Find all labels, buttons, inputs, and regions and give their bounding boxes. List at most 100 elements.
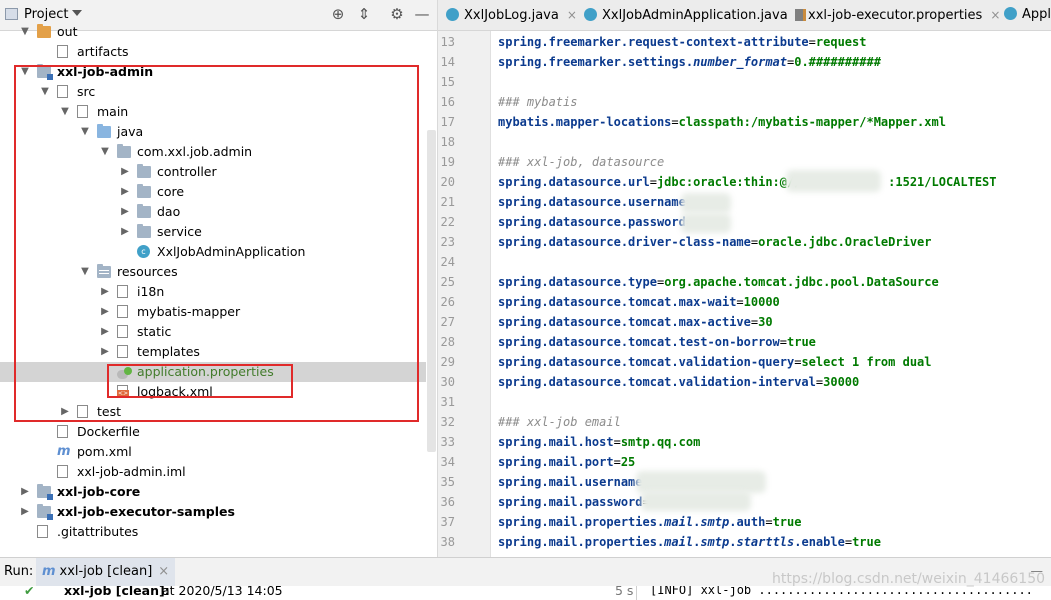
code-key: spring.freemarker.request-context-attrib… (498, 35, 809, 49)
editor-tabs: XxlJobLog.java × XxlJobAdminApplication.ja… (438, 0, 1051, 31)
code-key: spring.datasource.username (498, 195, 686, 209)
code-key: spring.datasource.type (498, 275, 657, 289)
code-value: 10000 (743, 295, 780, 309)
docker-file-icon (57, 425, 68, 438)
code-line[interactable]: spring.datasource.url=jdbc:oracle:thin:@… (498, 172, 997, 192)
code-key: spring.datasource.url (498, 175, 650, 189)
close-icon[interactable]: × (567, 0, 577, 30)
code-value: 30 (758, 315, 773, 329)
watermark: https://blog.csdn.net/weixin_41466150 (772, 571, 1046, 587)
run-output: ✔ xxl-job [clean]: at 2020/5/13 14:05 5 … (0, 586, 1051, 600)
editor-tab-label: Applic (1022, 7, 1051, 22)
code-line[interactable]: spring.datasource.tomcat.validation-quer… (498, 352, 932, 372)
code-line[interactable]: ### mybatis (498, 92, 577, 112)
divider (636, 586, 637, 600)
line-number: 36 (440, 495, 455, 509)
redacted-mail-username (636, 471, 766, 493)
line-number: 24 (440, 255, 455, 269)
code-line[interactable]: spring.datasource.driver-class-name=orac… (498, 232, 932, 252)
hide-panel-icon[interactable]: — (413, 5, 431, 23)
line-number: 38 (440, 535, 455, 549)
tree-item[interactable]: Dockerfile (0, 422, 426, 442)
code-line[interactable]: spring.datasource.tomcat.max-active=30 (498, 312, 773, 332)
tree-item[interactable]: ▶ xxl-job-core (0, 482, 426, 502)
chevron-right-icon[interactable]: ▶ (19, 502, 31, 522)
code-line[interactable]: spring.datasource.username= (498, 192, 693, 212)
tree-item[interactable]: ▼ out (0, 22, 426, 42)
code-comment: ### mybatis (498, 95, 578, 109)
project-panel-title[interactable]: Project (24, 7, 68, 22)
tree-item-label: Dockerfile (77, 424, 140, 439)
code-key: spring.datasource.tomcat.max-active (498, 315, 751, 329)
run-duration: 5 s (615, 586, 634, 598)
code-line[interactable]: spring.freemarker.request-context-attrib… (498, 32, 866, 52)
tree-scrollbar[interactable] (427, 130, 436, 452)
editor-tab[interactable]: XxlJobLog.java × (446, 0, 577, 30)
editor-code[interactable]: spring.mail.properties.mail.smtp.starttl… (491, 31, 1051, 557)
code-line[interactable]: spring.mail.username= (498, 472, 650, 492)
collapse-all-icon[interactable]: ⇕ (355, 5, 373, 23)
code-line[interactable]: spring.datasource.type=org.apache.tomcat… (498, 272, 939, 292)
properties-file-icon (795, 9, 803, 21)
tree-item[interactable]: artifacts (0, 42, 426, 62)
line-number: 21 (440, 195, 455, 209)
code-line[interactable]: ### xxl-job, datasource (498, 152, 664, 172)
editor-tab-label: XxlJobAdminApplication.java (602, 8, 788, 23)
code-key: spring.freemarker.settings. (498, 55, 694, 69)
editor-tab[interactable]: XxlJobAdminApplication.java× (584, 0, 806, 30)
code-operator: = (736, 295, 744, 309)
code-key: mybatis.mapper-locations (498, 115, 672, 129)
code-key: spring.mail.host (498, 435, 614, 449)
tree-item[interactable]: .gitattributes (0, 522, 426, 542)
run-job-name[interactable]: xxl-job [clean]: (64, 586, 170, 598)
line-number: 18 (440, 135, 455, 149)
editor-tab[interactable]: xxl-job-executor.properties × (795, 0, 1000, 30)
iml-file-icon (57, 465, 68, 478)
run-label: Run: (4, 564, 34, 579)
code-line[interactable]: ### xxl-job email (498, 412, 621, 432)
code-value: 30000 (823, 375, 860, 389)
code-line[interactable]: spring.mail.password= (498, 492, 650, 512)
line-number: 13 (440, 35, 455, 49)
chevron-down-icon[interactable] (72, 10, 82, 16)
code-line[interactable]: spring.mail.properties.mail.smtp.starttl… (498, 532, 881, 552)
code-line[interactable]: spring.datasource.tomcat.validation-inte… (498, 372, 859, 392)
editor-tab[interactable]: Applic (1004, 0, 1051, 30)
highlight-box-application-properties (107, 364, 293, 398)
close-icon[interactable]: × (158, 564, 169, 579)
run-tab[interactable]: m xxl-job [clean] × (36, 558, 176, 586)
tree-item[interactable]: m pom.xml (0, 442, 426, 462)
code-line[interactable]: spring.freemarker.settings.number_format… (498, 52, 881, 72)
code-key: spring.datasource.tomcat.max-wait (498, 295, 737, 309)
tree-item-label: xxl-job-core (57, 484, 141, 499)
code-line[interactable]: spring.mail.port=25 (498, 452, 635, 472)
tree-item-label: .gitattributes (57, 524, 139, 539)
code-value: select 1 from dual (801, 355, 932, 369)
chevron-down-icon[interactable]: ▼ (19, 22, 31, 42)
redacted-password (681, 213, 731, 233)
editor-tab-label: xxl-job-executor.properties (808, 8, 983, 23)
code-key: mail (664, 535, 694, 549)
tree-item[interactable]: xxl-job-admin.iml (0, 462, 426, 482)
code-line[interactable]: spring.datasource.tomcat.test-on-borrow=… (498, 332, 816, 352)
chevron-right-icon[interactable]: ▶ (19, 482, 31, 502)
line-number: 37 (440, 515, 455, 529)
tree-item-label: xxl-job-admin.iml (77, 464, 186, 479)
gear-icon[interactable]: ⚙ (388, 5, 406, 23)
code-line[interactable]: spring.datasource.tomcat.max-wait=10000 (498, 292, 780, 312)
code-operator: = (779, 335, 787, 349)
line-number: 30 (440, 375, 455, 389)
locate-icon[interactable]: ⊕ (329, 5, 347, 23)
code-line[interactable]: mybatis.mapper-locations=classpath:/myba… (498, 112, 946, 132)
module-folder-icon (37, 504, 53, 520)
code-line[interactable]: spring.mail.host=smtp.qq.com (498, 432, 700, 452)
line-number: 16 (440, 95, 455, 109)
code-value: request (815, 35, 867, 49)
line-number: 33 (440, 435, 455, 449)
tree-item[interactable]: ▶ xxl-job-executor-samples (0, 502, 426, 522)
close-icon[interactable]: × (990, 0, 1000, 30)
java-class-icon (1004, 7, 1017, 20)
code-line[interactable]: spring.datasource.password= (498, 212, 693, 232)
code-line[interactable]: spring.mail.properties.mail.smtp.auth=tr… (498, 512, 801, 532)
line-number: 27 (440, 315, 455, 329)
